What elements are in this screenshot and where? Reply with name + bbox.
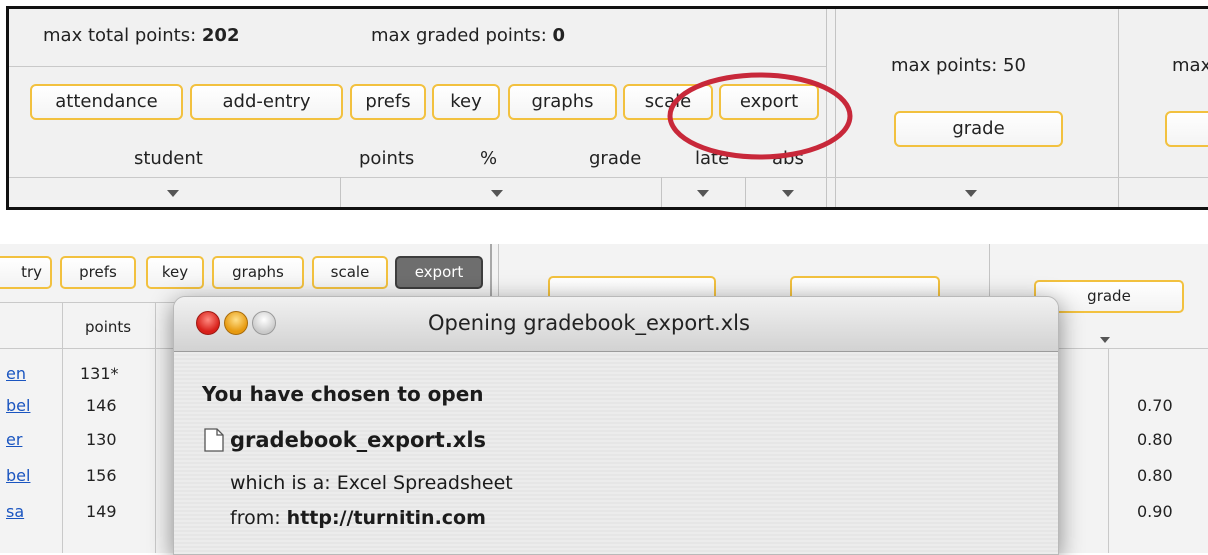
key-button[interactable]: key <box>146 256 204 289</box>
dialog-title: Opening gradebook_export.xls <box>428 311 750 335</box>
student-grade-value: 0.90 <box>1137 502 1173 521</box>
column-separator <box>1108 348 1109 553</box>
next-assignment-grade-button[interactable] <box>1165 111 1208 147</box>
close-icon[interactable] <box>196 311 220 335</box>
column-header-percent[interactable]: % <box>480 148 497 169</box>
add-entry-button[interactable]: try <box>0 256 52 289</box>
student-name-link[interactable]: bel <box>6 396 30 415</box>
dialog-body: You have chosen to open gradebook_export… <box>174 352 1058 554</box>
assignment-max-points: max points: 50 <box>891 55 1026 76</box>
filter-dropdown-icon[interactable] <box>1100 337 1110 343</box>
column-header-points[interactable]: points <box>85 318 131 336</box>
filter-separator <box>340 177 341 207</box>
points-filter-dropdown-icon[interactable] <box>491 190 503 197</box>
filter-separator <box>661 177 662 207</box>
graphs-button[interactable]: graphs <box>212 256 304 289</box>
export-highlight-circle <box>667 72 853 160</box>
prefs-button[interactable]: prefs <box>350 84 426 120</box>
scale-button[interactable]: scale <box>312 256 388 289</box>
column-header-student[interactable]: student <box>134 148 203 169</box>
add-entry-button[interactable]: add-entry <box>190 84 343 120</box>
open-file-dialog: Opening gradebook_export.xls You have ch… <box>173 296 1059 555</box>
file-source: from: http://turnitin.com <box>230 507 486 529</box>
key-button[interactable]: key <box>432 84 500 120</box>
divider <box>9 177 1208 178</box>
column-header-grade[interactable]: grade <box>589 148 641 169</box>
filter-separator <box>745 177 746 207</box>
student-points: 130 <box>86 430 117 449</box>
student-points: 146 <box>86 396 117 415</box>
file-name: gradebook_export.xls <box>230 428 487 452</box>
student-name-link[interactable]: sa <box>6 502 24 521</box>
student-grade-value: 0.80 <box>1137 430 1173 449</box>
student-points: 149 <box>86 502 117 521</box>
gradebook-header-panel: max total points: 202 max graded points:… <box>6 6 1208 210</box>
late-filter-dropdown-icon[interactable] <box>697 190 709 197</box>
student-name-link[interactable]: en <box>6 364 26 383</box>
assignment-grade-button[interactable]: grade <box>894 111 1063 147</box>
column-header-points[interactable]: points <box>359 148 414 169</box>
attendance-button[interactable]: attendance <box>30 84 183 120</box>
student-filter-dropdown-icon[interactable] <box>167 190 179 197</box>
student-points: 131* <box>80 364 119 383</box>
max-graded-points: max graded points: 0 <box>371 25 566 46</box>
abs-filter-dropdown-icon[interactable] <box>782 190 794 197</box>
file-type: which is a: Excel Spreadsheet <box>230 472 513 494</box>
document-icon <box>204 428 224 452</box>
next-assignment-max-points: max <box>1172 55 1208 76</box>
student-grade-value: 0.70 <box>1137 396 1173 415</box>
dialog-heading: You have chosen to open <box>202 382 484 406</box>
student-name-link[interactable]: er <box>6 430 22 449</box>
minimize-icon[interactable] <box>224 311 248 335</box>
zoom-icon[interactable] <box>252 311 276 335</box>
assignment-filter-dropdown-icon[interactable] <box>965 190 977 197</box>
student-name-link[interactable]: bel <box>6 466 30 485</box>
student-points: 156 <box>86 466 117 485</box>
dialog-titlebar[interactable]: Opening gradebook_export.xls <box>174 297 1058 352</box>
graphs-button[interactable]: graphs <box>508 84 617 120</box>
prefs-button[interactable]: prefs <box>60 256 136 289</box>
max-total-points: max total points: 202 <box>43 25 240 46</box>
export-button-active[interactable]: export <box>395 256 483 289</box>
student-grade-value: 0.80 <box>1137 466 1173 485</box>
